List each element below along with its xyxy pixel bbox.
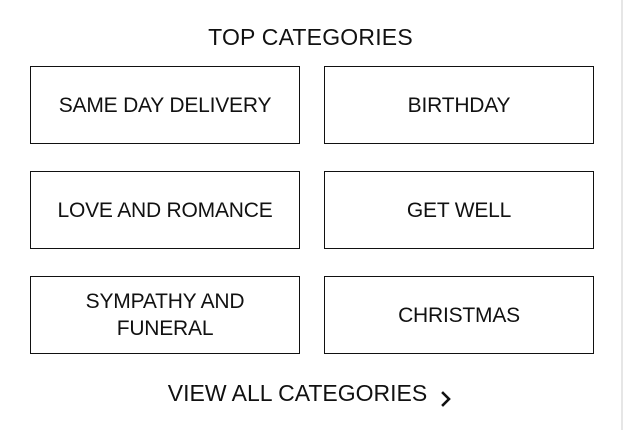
category-tile-love-and-romance[interactable]: LOVE AND ROMANCE — [30, 171, 300, 249]
category-label: SAME DAY DELIVERY — [58, 93, 272, 117]
category-tile-same-day-delivery[interactable]: SAME DAY DELIVERY — [30, 66, 300, 144]
category-label: CHRISTMAS — [398, 303, 520, 327]
chevron-right-icon — [439, 386, 453, 407]
category-tile-sympathy-and-funeral[interactable]: SYMPATHY AND FUNERAL — [30, 276, 300, 354]
categories-grid: SAME DAY DELIVERY BIRTHDAY LOVE AND ROMA… — [30, 66, 594, 354]
view-all-label: VIEW ALL CATEGORIES — [167, 380, 428, 406]
category-label: LOVE AND ROMANCE — [57, 198, 273, 222]
category-tile-get-well[interactable]: GET WELL — [324, 171, 594, 249]
category-tile-birthday[interactable]: BIRTHDAY — [324, 66, 594, 144]
view-all-categories-link[interactable]: VIEW ALL CATEGORIES — [0, 380, 621, 407]
category-label: GET WELL — [406, 198, 512, 222]
category-label: BIRTHDAY — [407, 93, 511, 117]
category-tile-christmas[interactable]: CHRISTMAS — [324, 276, 594, 354]
category-label: SYMPATHY AND FUNERAL — [85, 290, 245, 340]
section-title: TOP CATEGORIES — [208, 24, 413, 50]
